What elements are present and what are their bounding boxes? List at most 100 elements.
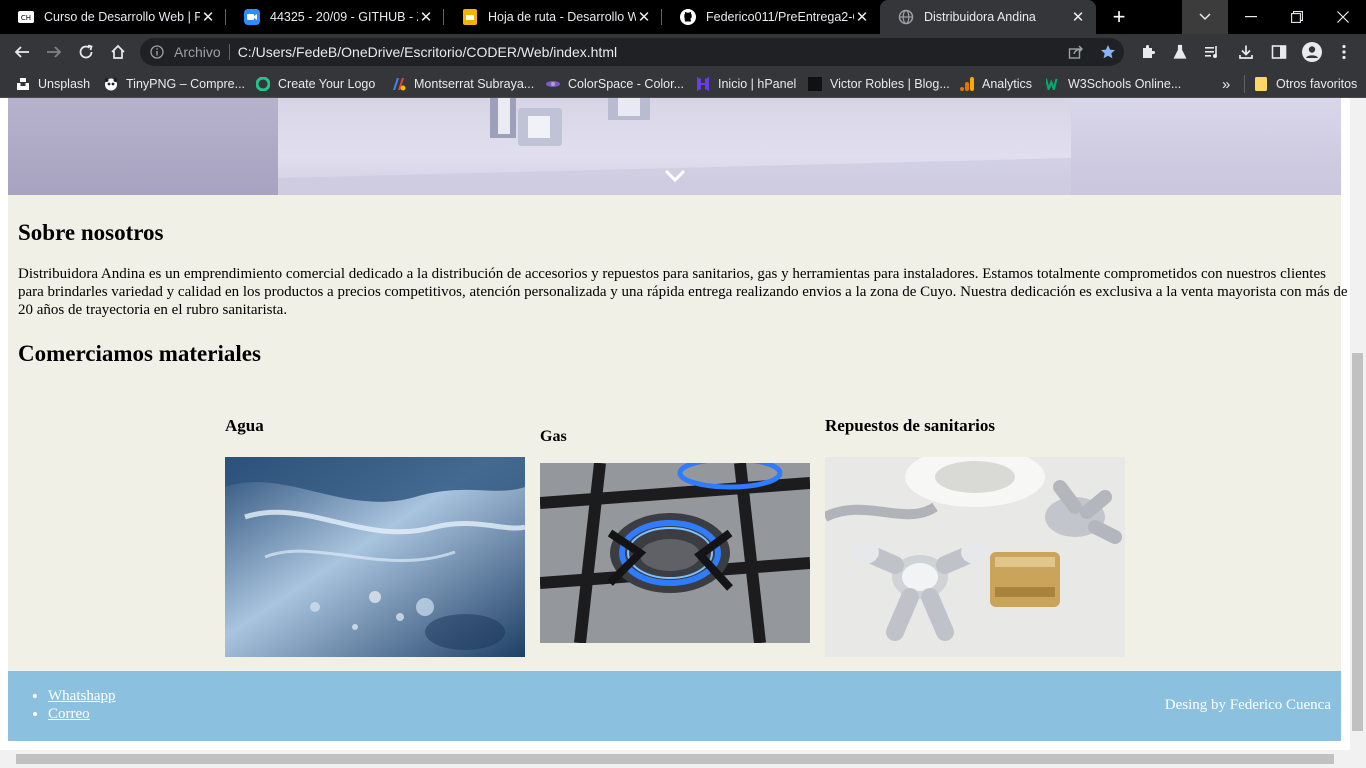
whatsapp-link[interactable]: Whatshapp (48, 688, 115, 704)
bookmark-star-button[interactable] (1096, 40, 1120, 64)
material-title-agua: Agua (225, 416, 264, 435)
tab-search-button[interactable] (1182, 0, 1228, 34)
share-icon (1068, 45, 1083, 59)
tab-title: Federico011/PreEntrega2-Cue (706, 10, 854, 24)
close-tab-icon[interactable]: ✕ (636, 8, 652, 26)
extensions-button[interactable] (1136, 40, 1160, 64)
bookmark-colorspace[interactable]: ColorSpace - Color... (546, 75, 684, 93)
w3schools-icon (1046, 77, 1060, 91)
bookmark-analytics[interactable]: Analytics (960, 75, 1032, 93)
downloads-button[interactable] (1234, 40, 1258, 64)
bookmark-tinypng[interactable]: TinyPNG – Compre... (104, 75, 245, 93)
bookmark-unsplash[interactable]: Unsplash (16, 75, 90, 93)
reload-icon (79, 44, 93, 59)
bookmark-label: ColorSpace - Color... (568, 77, 685, 91)
email-link[interactable]: Correo (48, 706, 90, 722)
tab-hoja-de-ruta[interactable]: Hoja de ruta - Desarrollo Web ✕ (444, 0, 662, 34)
bookmarks-bar: Unsplash TinyPNG – Compre... Create Your… (0, 70, 1366, 98)
bookmark-montserrat[interactable]: Montserrat Subraya... (392, 75, 534, 93)
panda-icon (104, 77, 118, 91)
close-icon (1337, 11, 1349, 23)
close-tab-icon[interactable]: ✕ (200, 8, 216, 26)
svg-text:CH: CH (21, 14, 31, 22)
bookmark-hpanel[interactable]: Inicio | hPanel (696, 75, 796, 93)
google-fonts-icon (392, 77, 406, 91)
browser-toolbar: Archivo C:/Users/FedeB/OneDrive/Escritor… (0, 34, 1366, 70)
close-tab-icon[interactable]: ✕ (854, 8, 870, 26)
bookmark-label: Analytics (982, 77, 1033, 91)
footer-link-item: Whatshapp (48, 687, 115, 705)
hero-image-right (1071, 98, 1341, 195)
chevron-down-icon[interactable] (664, 168, 686, 184)
zoom-icon (244, 9, 260, 25)
menu-button[interactable] (1332, 40, 1356, 64)
reload-button[interactable] (74, 40, 98, 64)
vertical-scrollbar[interactable] (1350, 98, 1366, 768)
close-window-button[interactable] (1320, 0, 1366, 34)
hero-carousel (8, 98, 1341, 195)
bookmark-label: Inicio | hPanel (718, 77, 797, 91)
tab-curso-desarrollo-web[interactable]: CH Curso de Desarrollo Web | Pla ✕ (0, 0, 226, 34)
labs-button[interactable] (1168, 40, 1192, 64)
horizontal-scrollbar[interactable] (0, 750, 1350, 768)
bookmark-label: Victor Robles | Blog... (830, 77, 950, 91)
bookmark-w3schools[interactable]: W3Schools Online... (1046, 75, 1181, 93)
other-bookmarks-folder[interactable]: Otros favoritos (1254, 75, 1357, 93)
analytics-icon (960, 77, 974, 91)
minimize-button[interactable] (1228, 0, 1274, 34)
gas-stove-image (540, 463, 810, 643)
page-viewport: Sobre nosotros Distribuidora Andina es u… (0, 98, 1366, 768)
close-tab-icon[interactable]: ✕ (1070, 8, 1086, 26)
bookmark-create-logo[interactable]: Create Your Logo (256, 75, 375, 93)
tab-distribuidora-andina[interactable]: Distribuidora Andina ✕ (880, 0, 1096, 34)
profile-button[interactable] (1300, 40, 1324, 64)
forward-button[interactable] (42, 40, 66, 64)
bookmark-label: Create Your Logo (278, 77, 376, 91)
home-icon (111, 44, 125, 59)
site-footer: Whatshapp Correo Desing by Federico Cuen… (8, 671, 1341, 741)
avatar-icon (1302, 42, 1322, 62)
star-icon (1101, 45, 1115, 59)
material-title-repuestos: Repuestos de sanitarios (825, 416, 996, 435)
home-button[interactable] (106, 40, 130, 64)
tab-title: Hoja de ruta - Desarrollo Web (488, 10, 636, 24)
bookmark-victor-robles[interactable]: Victor Robles | Blog... (808, 75, 950, 93)
about-heading: Sobre nosotros (18, 220, 164, 245)
media-button[interactable] (1200, 40, 1224, 64)
bookmark-label: TinyPNG – Compre... (126, 77, 246, 91)
water-image (225, 457, 525, 657)
page-body: Sobre nosotros Distribuidora Andina es u… (8, 98, 1348, 741)
tab-strip: CH Curso de Desarrollo Web | Pla ✕ 44325… (0, 0, 1366, 34)
close-tab-icon[interactable]: ✕ (418, 8, 434, 26)
bookmark-label: Montserrat Subraya... (414, 77, 535, 91)
back-button[interactable] (10, 40, 34, 64)
share-button[interactable] (1064, 40, 1088, 64)
bookmark-label: Unsplash (38, 77, 91, 91)
url-text[interactable]: C:/Users/FedeB/OneDrive/Escritorio/CODER… (238, 44, 617, 60)
horizontal-scrollbar-thumb[interactable] (16, 754, 1334, 764)
footer-links: Whatshapp Correo (48, 687, 115, 723)
footer-link-item: Correo (48, 705, 115, 723)
tab-github-repo[interactable]: Federico011/PreEntrega2-Cue ✕ (662, 0, 880, 34)
puzzle-icon (1143, 45, 1155, 58)
info-icon[interactable] (150, 45, 166, 59)
bookmark-label: Otros favoritos (1276, 77, 1358, 91)
queue-music-icon (1205, 46, 1217, 58)
back-arrow-icon (14, 46, 29, 58)
tab-github-zoom[interactable]: 44325 - 20/09 - GITHUB - Zoo ✕ (226, 0, 444, 34)
restore-icon (1291, 11, 1303, 23)
globe-icon (898, 9, 914, 25)
new-tab-button[interactable]: + (1106, 0, 1132, 34)
bookmarks-overflow-button[interactable]: » (1222, 75, 1230, 93)
address-bar[interactable]: Archivo C:/Users/FedeB/OneDrive/Escritor… (140, 38, 1124, 66)
scheme-label: Archivo (174, 44, 221, 60)
coderhouse-icon: CH (18, 9, 34, 25)
vertical-scrollbar-thumb[interactable] (1352, 353, 1363, 731)
materials-heading: Comerciamos materiales (18, 341, 261, 366)
slides-icon (462, 9, 478, 25)
restore-button[interactable] (1274, 0, 1320, 34)
hero-image-left (8, 98, 278, 195)
logo-maker-icon (256, 77, 270, 91)
side-panel-button[interactable] (1267, 40, 1291, 64)
tab-title: Curso de Desarrollo Web | Pla (44, 10, 200, 24)
